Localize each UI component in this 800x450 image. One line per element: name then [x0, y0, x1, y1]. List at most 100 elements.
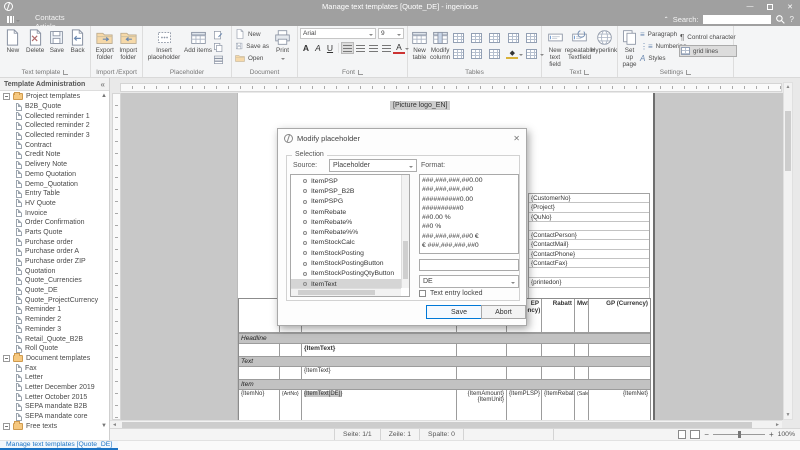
- text-entry-locked-checkbox[interactable]: [419, 290, 426, 297]
- tree-item-template[interactable]: SEPA mandate core: [0, 412, 109, 422]
- address-field-row[interactable]: {printedon}: [529, 278, 649, 287]
- tree-item-template[interactable]: Quotation: [0, 266, 109, 276]
- address-field-row[interactable]: [529, 268, 649, 277]
- collapse-sidebar-button[interactable]: «: [101, 80, 105, 89]
- zoom-slider-knob[interactable]: [738, 431, 741, 438]
- split-cells-icon[interactable]: [487, 47, 502, 60]
- save-template-button[interactable]: Save: [46, 28, 67, 55]
- collapse-node-icon[interactable]: [3, 93, 10, 100]
- tree-item-template[interactable]: Invoice: [0, 208, 109, 218]
- insert-column-icon[interactable]: [469, 31, 484, 44]
- tree-item-template[interactable]: Retail_Quote_B2B: [0, 334, 109, 344]
- delete-row-icon[interactable]: [487, 31, 502, 44]
- ribbon-tab[interactable]: Contacts: [26, 13, 99, 22]
- placeholder-list-item[interactable]: ItemRebate: [291, 207, 401, 217]
- tree-item-template[interactable]: Purchase order ZIP: [0, 257, 109, 267]
- stack-icon[interactable]: [213, 54, 224, 65]
- tree-item-template[interactable]: Quote_Currencies: [0, 276, 109, 286]
- address-field-row[interactable]: {ContactPhone}: [529, 250, 649, 259]
- insert-placeholder-button[interactable]: Insert placeholder: [145, 28, 183, 62]
- tree-item-template[interactable]: Collected reminder 1: [0, 111, 109, 121]
- underline-button[interactable]: U: [324, 42, 336, 54]
- app-menu-button[interactable]: [0, 13, 26, 26]
- tree-item-template[interactable]: B2B_Quote: [0, 102, 109, 112]
- modify-column-button[interactable]: Modify column: [429, 28, 451, 62]
- tree-folder-project-templates[interactable]: Project templates: [0, 92, 109, 102]
- align-center-button[interactable]: [354, 42, 367, 54]
- address-field-row[interactable]: {Project}: [529, 203, 649, 212]
- dialog-titlebar[interactable]: Modify placeholder ✕: [278, 129, 526, 147]
- placeholder-list-item[interactable]: ItemStockPostingButton: [291, 258, 401, 268]
- tree-item-template[interactable]: Letter October 2015: [0, 392, 109, 402]
- scroll-down-icon[interactable]: ▼: [101, 423, 107, 429]
- delete-template-button[interactable]: Delete: [24, 28, 47, 55]
- format-list-item[interactable]: ##0.00 %: [420, 213, 518, 222]
- taskbar-active-item[interactable]: Manage text templates [Quote_DE]: [0, 441, 118, 450]
- source-select[interactable]: Placeholder: [329, 159, 417, 172]
- align-right-button[interactable]: [367, 42, 380, 54]
- help-button[interactable]: ?: [790, 15, 794, 24]
- format-list-item[interactable]: ###,###,###,##0.00: [420, 176, 518, 185]
- back-button[interactable]: Back: [67, 28, 88, 55]
- tree-item-template[interactable]: Quote_DE: [0, 286, 109, 296]
- tree-item-template[interactable]: Collected reminder 2: [0, 121, 109, 131]
- tree-item-template[interactable]: Reminder 2: [0, 315, 109, 325]
- tree-item-template[interactable]: Quote_ProjectCurrency: [0, 295, 109, 305]
- address-field-row[interactable]: {ContactFax}: [529, 259, 649, 268]
- new-template-button[interactable]: New: [2, 28, 24, 55]
- import-folder-button[interactable]: Import folder: [117, 28, 141, 62]
- paragraph-button[interactable]: ≡Paragraph: [639, 28, 679, 40]
- abort-button[interactable]: Abort: [481, 305, 526, 319]
- format-list-item[interactable]: ##########0: [420, 204, 518, 213]
- tree-item-template[interactable]: Demo_Quotation: [0, 179, 109, 189]
- collapse-node-icon[interactable]: [3, 423, 10, 430]
- edit-icon[interactable]: [213, 30, 224, 41]
- hyperlink-button[interactable]: Hyperlink: [593, 28, 615, 55]
- selected-placeholder[interactable]: {ItemText[DE]}: [304, 391, 342, 397]
- scroll-down-arrow[interactable]: ▼: [784, 411, 792, 419]
- text-row[interactable]: {ItemText}: [239, 367, 650, 379]
- save-as-button[interactable]: Save as: [234, 40, 270, 52]
- tree-item-template[interactable]: Roll Quote: [0, 344, 109, 354]
- align-left-button[interactable]: [341, 42, 354, 54]
- tree-item-template[interactable]: Credit Note: [0, 150, 109, 160]
- format-list-item[interactable]: ##0 %: [420, 222, 518, 231]
- tree-item-template[interactable]: Letter December 2019: [0, 383, 109, 393]
- format-list[interactable]: ###,###,###,##0.00###,###,###,##0#######…: [419, 174, 519, 254]
- custom-format-input[interactable]: [419, 259, 519, 271]
- close-button[interactable]: ✕: [780, 0, 800, 13]
- placeholder-list-item[interactable]: ItemRebate%: [291, 217, 401, 227]
- vertical-scrollbar[interactable]: ▲ ▼: [783, 82, 793, 420]
- placeholder-list-item[interactable]: ItemPSP: [291, 176, 401, 186]
- placeholder-list-item[interactable]: ItemStockPostingQtyButton: [291, 269, 401, 279]
- borders-icon[interactable]: [524, 47, 539, 60]
- placeholder-list-item[interactable]: ItemPSPG: [291, 197, 401, 207]
- scroll-up-icon[interactable]: ▲: [101, 93, 107, 99]
- tree-item-template[interactable]: Purchase order: [0, 237, 109, 247]
- tree-item-template[interactable]: HV Quote: [0, 199, 109, 209]
- new-table-button[interactable]: New table: [410, 28, 429, 62]
- zoom-in-button[interactable]: +: [769, 431, 774, 439]
- tree-item-template[interactable]: Collected reminder 3: [0, 131, 109, 141]
- tree-item-template[interactable]: Demo Quotation: [0, 170, 109, 180]
- row-height-icon[interactable]: [506, 31, 521, 44]
- zoom-out-button[interactable]: −: [704, 431, 709, 439]
- address-field-table[interactable]: {CustomerNo}{Project}{QuNo} {ContactPers…: [528, 193, 650, 288]
- numbering-button[interactable]: ⋮≡Numbering: [639, 40, 679, 52]
- language-select[interactable]: DE: [419, 275, 519, 288]
- tree-item-template[interactable]: Reminder 3: [0, 325, 109, 335]
- dialog-launcher-icon[interactable]: [63, 70, 68, 75]
- scroll-left-arrow[interactable]: ◄: [110, 422, 119, 428]
- dialog-launcher-icon[interactable]: [584, 70, 589, 75]
- search-input[interactable]: [703, 15, 771, 24]
- dialog-launcher-icon[interactable]: [358, 70, 363, 75]
- collapse-ribbon-icon[interactable]: ⌃: [664, 16, 669, 23]
- headline-row[interactable]: {ItemText}: [239, 344, 650, 356]
- justify-button[interactable]: [380, 42, 393, 54]
- scroll-right-arrow[interactable]: ►: [775, 422, 780, 428]
- placeholder-list-item[interactable]: ItemRebate%%: [291, 227, 401, 237]
- font-size-select[interactable]: 9: [378, 28, 404, 39]
- dialog-close-button[interactable]: ✕: [513, 134, 520, 143]
- address-field-row[interactable]: {ContactMail}: [529, 240, 649, 249]
- insert-row-icon[interactable]: [451, 31, 466, 44]
